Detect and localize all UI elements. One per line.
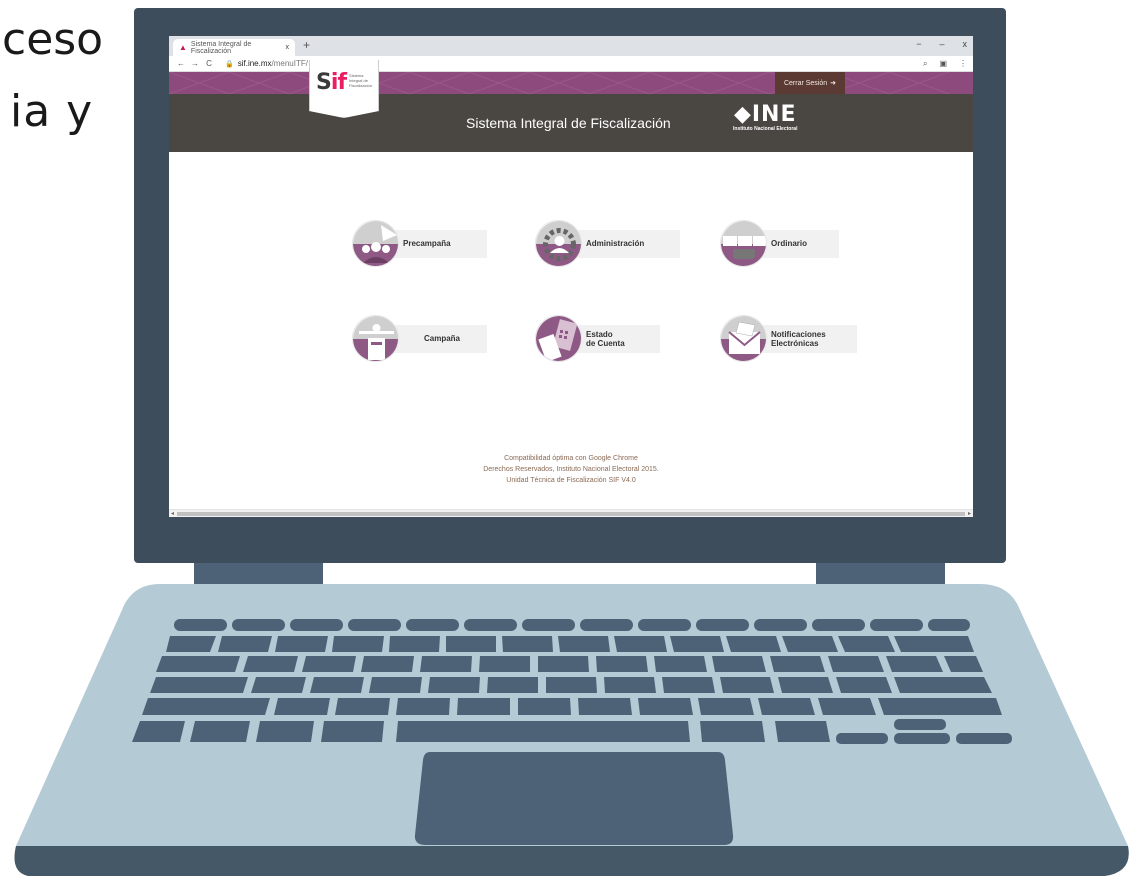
precampana-label: Precampaña — [389, 229, 487, 258]
hinge-right — [816, 560, 945, 584]
ordinario-icon — [720, 220, 767, 267]
scroll-right-icon[interactable]: ▸ — [968, 510, 971, 517]
toolbar-right: ⌕ ▣ ⋮ — [923, 59, 967, 69]
top-banner: Cerrar Sesión ➜ — [169, 72, 973, 94]
maximize-button[interactable]: – — [939, 39, 944, 49]
minimize-button[interactable]: − — [916, 39, 921, 49]
tab-close-button[interactable]: x — [286, 44, 290, 51]
scroll-left-icon[interactable]: ◂ — [171, 510, 174, 517]
menu-icon[interactable]: ⋮ — [959, 59, 967, 69]
footer: Compatibilidad óptima con Google Chrome … — [169, 453, 973, 486]
notificaciones-icon — [720, 315, 767, 362]
footer-line3: Unidad Técnica de Fiscalización SIF V4.0 — [506, 477, 636, 484]
sif-logo[interactable]: Sif Sistema Integral de Fiscalización — [309, 60, 379, 118]
window-controls: − – x — [916, 39, 967, 49]
scrollbar-thumb[interactable] — [177, 512, 965, 516]
menu-estado-cuenta[interactable]: Estado de Cuenta — [535, 315, 660, 362]
favicon-icon: ▲ — [179, 43, 187, 52]
touchpad — [414, 752, 734, 845]
url-field[interactable]: 🔒 sif.ine.mx/menuITF/ — [225, 59, 308, 68]
logout-label: Cerrar Sesión — [783, 79, 828, 87]
hinge-left — [194, 560, 323, 584]
browser-tab[interactable]: ▲ Sistema Integral de Fiscalización x — [173, 39, 295, 56]
sif-logo-subtitle: Sistema Integral de Fiscalización — [349, 73, 372, 88]
estado-cuenta-icon — [535, 315, 582, 362]
back-icon[interactable]: ← — [175, 59, 187, 68]
sif-logo-mark: Sif — [316, 70, 347, 95]
url-path: /menuITF/ — [271, 59, 308, 68]
administracion-label: Administración — [572, 229, 680, 258]
header-bar: Sif Sistema Integral de Fiscalización Si… — [169, 60, 973, 152]
administracion-icon — [535, 220, 582, 267]
system-title: Sistema Integral de Fiscalización — [466, 115, 671, 131]
reload-icon[interactable]: C — [203, 59, 215, 68]
zoom-icon[interactable]: ⌕ — [923, 59, 927, 69]
menu-precampana[interactable]: Precampaña — [352, 220, 487, 267]
ine-emblem-icon: ◆ — [733, 102, 752, 127]
lock-icon: 🔒 — [225, 60, 234, 68]
browser-window: ▲ Sistema Integral de Fiscalización x + … — [169, 36, 973, 517]
notificaciones-label: Notificaciones Electrónicas — [757, 324, 857, 353]
tab-title: Sistema Integral de Fiscalización — [190, 40, 252, 55]
footer-line2: Derechos Reservados, Instituto Nacional … — [483, 466, 659, 473]
menu-administracion[interactable]: Administración — [535, 220, 680, 267]
address-bar: ← → C 🔒 sif.ine.mx/menuITF/ ⌕ ▣ ⋮ — [169, 56, 973, 72]
footer-line1: Compatibilidad óptima con Google Chrome — [504, 455, 638, 462]
url-host: sif.ine.mx — [237, 59, 272, 68]
menu-ordinario[interactable]: Ordinario — [720, 220, 839, 267]
new-tab-button[interactable]: + — [303, 38, 310, 52]
ine-logo-subtitle: Instituto Nacional Electoral — [733, 126, 798, 132]
ine-logo: ◆INE Instituto Nacional Electoral — [733, 102, 798, 133]
menu-campana[interactable]: Campaña — [352, 315, 487, 362]
campana-label: Campaña — [389, 324, 487, 353]
tab-bar: ▲ Sistema Integral de Fiscalización x + … — [169, 36, 973, 56]
ordinario-label: Ordinario — [757, 229, 839, 258]
ine-logo-text: INE — [751, 102, 797, 127]
estado-cuenta-label: Estado de Cuenta — [572, 324, 660, 353]
precampana-icon — [352, 220, 399, 267]
close-window-button[interactable]: x — [963, 39, 968, 49]
extension-icon[interactable]: ▣ — [939, 59, 947, 69]
horizontal-scrollbar[interactable]: ◂ ▸ — [169, 509, 973, 517]
forward-icon[interactable]: → — [189, 59, 201, 68]
menu-notificaciones[interactable]: Notificaciones Electrónicas — [720, 315, 857, 362]
campana-icon — [352, 315, 399, 362]
banner-pattern — [169, 72, 950, 94]
logout-icon: ➜ — [830, 80, 837, 87]
logout-button[interactable]: Cerrar Sesión ➜ — [775, 72, 845, 94]
